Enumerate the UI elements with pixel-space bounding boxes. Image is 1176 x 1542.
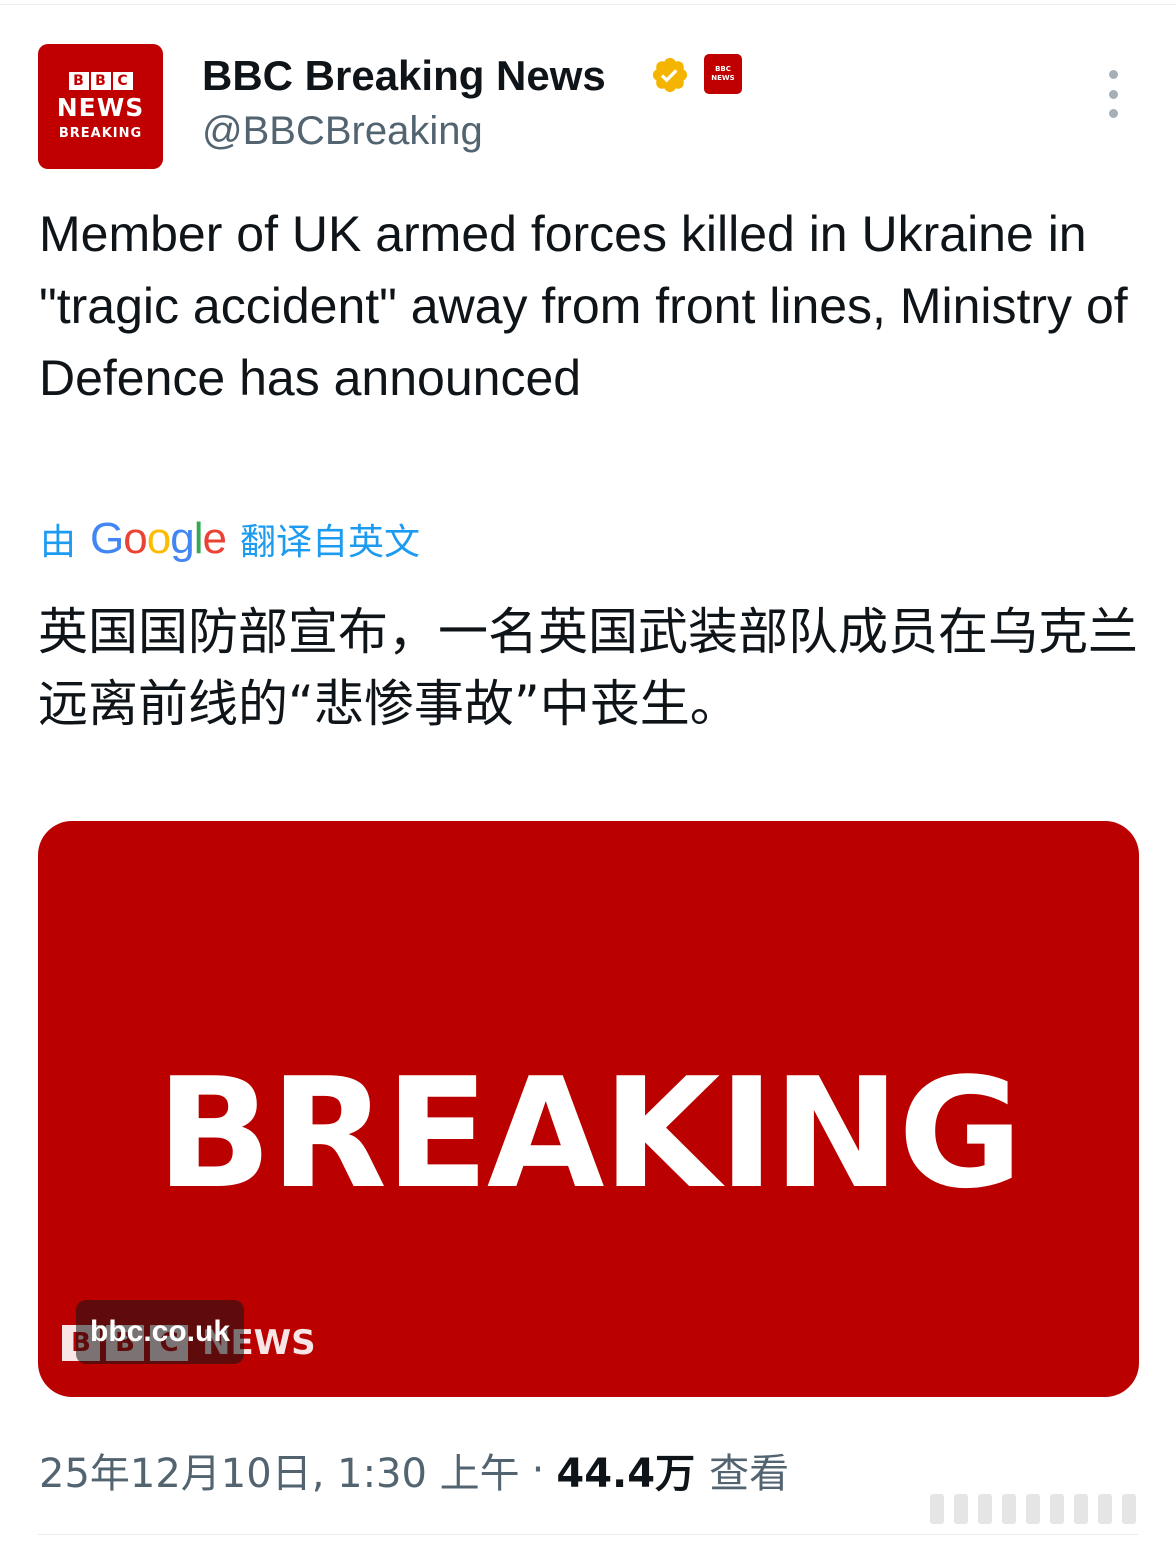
translation-attribution[interactable]: 由 Google 翻译自英文 <box>40 514 420 564</box>
views-label: 查看 <box>709 1451 790 1497</box>
tweet-text: Member of UK armed forces killed in Ukra… <box>39 206 1128 406</box>
bbc-logo-blocks: B B C <box>68 72 133 90</box>
more-dot <box>1108 89 1118 99</box>
verified-badge-icon[interactable] <box>650 55 690 95</box>
affiliate-badge-icon[interactable]: BBC NEWS <box>704 54 742 94</box>
views-count[interactable]: 44.4万 <box>556 1441 695 1499</box>
faint-watermark <box>930 1492 1150 1526</box>
affiliate-news-text: NEWS <box>711 74 735 82</box>
media-headline: BREAKING <box>156 1045 1023 1222</box>
author-handle[interactable]: @BBCBreaking <box>202 106 483 156</box>
translation-prefix: 由 <box>40 522 77 563</box>
media-source-link[interactable]: bbc.co.uk <box>76 1300 245 1364</box>
avatar-news-text: NEWS <box>56 93 145 122</box>
tweet-meta: 25年12月10日, 1:30 上午 · 44.4万 查看 <box>39 1440 789 1500</box>
author-display-name[interactable]: BBC Breaking News <box>202 50 606 102</box>
affiliate-bbc-text: BBC <box>715 65 731 73</box>
translated-text: 英国国防部宣布，一名英国武装部队成员在乌克兰远离前线的“悲惨事故”中丧生。 <box>38 603 1138 733</box>
bottom-divider <box>38 1534 1138 1535</box>
avatar-breaking-text: BREAKING <box>58 126 143 141</box>
more-dot <box>1108 70 1118 79</box>
avatar[interactable]: B B C NEWS BREAKING <box>38 44 163 169</box>
more-vertical-icon[interactable] <box>1100 70 1126 118</box>
tweet-timestamp[interactable]: 25年12月10日, 1:30 上午 <box>39 1441 520 1499</box>
translation-suffix: 翻译自英文 <box>239 522 420 563</box>
bbc-logo-letter: C <box>112 72 133 90</box>
more-dot <box>1108 109 1118 118</box>
google-logo: Google <box>90 514 227 563</box>
meta-separator: · <box>531 1447 545 1493</box>
bbc-logo-letter: B <box>90 72 111 90</box>
top-divider <box>0 4 1176 5</box>
tweet-media-image[interactable]: BREAKING B B C NEWS bbc.co.uk <box>38 821 1139 1397</box>
bbc-logo-letter: B <box>68 72 89 90</box>
